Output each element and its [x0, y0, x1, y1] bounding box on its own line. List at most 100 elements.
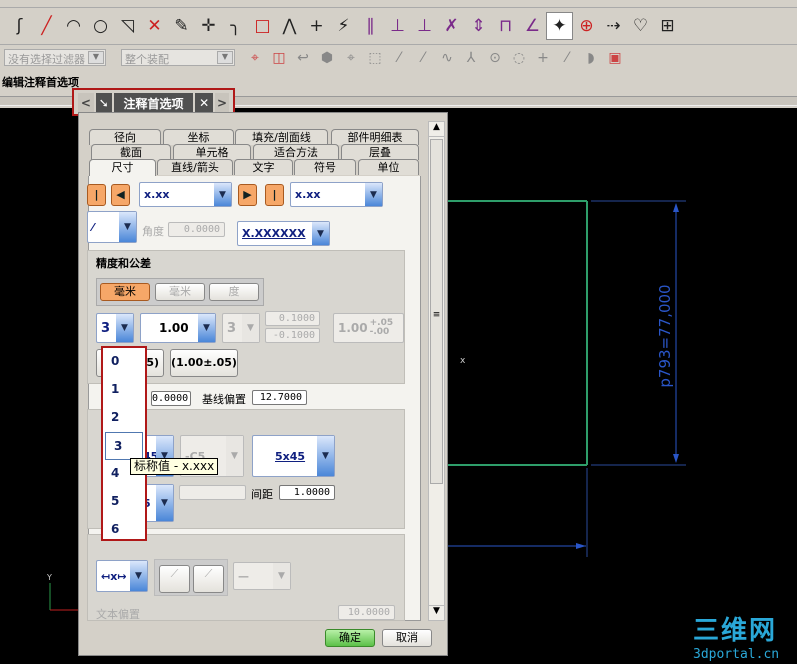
angle-icon[interactable]: ∠: [519, 12, 546, 40]
unit-mm-button[interactable]: 毫米: [100, 283, 150, 301]
dimension-text[interactable]: p793=77,000: [656, 284, 674, 387]
dropdown-option[interactable]: 5: [103, 488, 145, 516]
dropdown-option[interactable]: 2: [103, 404, 145, 432]
angle-input[interactable]: 0.0000: [168, 222, 225, 237]
baseline-offset-input[interactable]: 12.7000: [252, 390, 307, 405]
circle-icon[interactable]: ○: [87, 12, 114, 40]
line-icon[interactable]: ╱: [33, 12, 60, 40]
existing-point-icon[interactable]: +: [531, 47, 555, 69]
selection-filter-icon[interactable]: ⌖: [243, 47, 267, 69]
pin-icon[interactable]: ➘: [95, 93, 112, 113]
pattern-icon[interactable]: ⊞: [654, 12, 681, 40]
polygon-icon[interactable]: ⋀: [276, 12, 303, 40]
sketch-tool-icon[interactable]: ⊥: [384, 12, 411, 40]
tab-2-0[interactable]: 尺寸: [89, 159, 156, 177]
delete-constraint-icon[interactable]: ✗: [438, 12, 465, 40]
right-arrow-toggle[interactable]: ▶: [238, 184, 257, 206]
dialog-scrollbar[interactable]: ▲ ≡ ▼: [428, 121, 445, 621]
close-icon[interactable]: ✕: [195, 93, 214, 113]
selection-filter-combo[interactable]: 没有选择过滤器 ▼: [4, 49, 106, 66]
dim-arrows-outside-combo[interactable]: x.xx ▼: [290, 182, 383, 207]
point-snap-icon[interactable]: ⌖: [339, 47, 363, 69]
line-style-combo[interactable]: — ▼: [233, 562, 291, 590]
intersection-icon[interactable]: ⅄: [459, 47, 483, 69]
text-position-combo[interactable]: ↤x↦ ▼: [96, 560, 148, 592]
studio-spline-icon[interactable]: ʃ: [6, 12, 33, 40]
tab-1-2[interactable]: 适合方法: [253, 144, 339, 160]
mid-point-icon[interactable]: ⁄: [411, 47, 435, 69]
fillet-corner-icon[interactable]: ◹: [114, 12, 141, 40]
surface-icon[interactable]: ◗: [579, 47, 603, 69]
end-point-icon[interactable]: ⁄: [387, 47, 411, 69]
center-icon[interactable]: ⊙: [483, 47, 507, 69]
lower-tolerance-input[interactable]: -0.1000: [265, 328, 320, 343]
point-on-curve-icon[interactable]: ⁄: [555, 47, 579, 69]
chamfer-leader-combo[interactable]: 5x45 ▼: [252, 435, 335, 477]
add-object-icon[interactable]: ⊕: [573, 12, 600, 40]
tab-1-3[interactable]: 层叠: [341, 144, 419, 160]
tolerance-precision-combo[interactable]: 3 ▼: [222, 313, 260, 343]
box-select-icon[interactable]: ⬚: [363, 47, 387, 69]
profile-icon[interactable]: ♡: [627, 12, 654, 40]
precision-dropdown-list[interactable]: 0123456: [101, 346, 147, 541]
dropdown-option[interactable]: 1: [103, 376, 145, 404]
dropdown-option[interactable]: 6: [103, 516, 145, 544]
precision-combo[interactable]: 3 ▼: [96, 313, 134, 343]
rectangle-icon[interactable]: □: [249, 12, 276, 40]
tab-1-0[interactable]: 截面: [91, 144, 171, 160]
quick-dimension-icon[interactable]: ⚡: [330, 12, 357, 40]
tab-0-2[interactable]: 填充/剖面线: [235, 129, 328, 145]
offset-icon[interactable]: ⊓: [492, 12, 519, 40]
point-icon[interactable]: +: [303, 12, 330, 40]
dropdown-option[interactable]: 3: [105, 432, 143, 460]
auto-dimension-icon[interactable]: ✦: [546, 12, 573, 40]
ok-button[interactable]: 确定: [325, 629, 375, 647]
unit-degree-button[interactable]: 度: [209, 283, 259, 301]
prev-arrow-icon[interactable]: <: [78, 93, 94, 113]
tab-1-1[interactable]: 单元格: [173, 144, 251, 160]
text-orientation-combo[interactable]: ⁄ ▼: [87, 211, 137, 243]
text-placement-combo[interactable]: X.XXXXXX ▼: [237, 221, 330, 246]
text-align-right-icon[interactable]: ⟋: [193, 565, 224, 593]
scope-combo[interactable]: 整个装配 ▼: [121, 49, 235, 66]
scroll-thumb[interactable]: ≡: [430, 139, 443, 484]
scroll-down-icon[interactable]: ▼: [429, 605, 444, 620]
tab-2-3[interactable]: 符号: [294, 159, 356, 175]
chain-offset-input[interactable]: 0.0000: [151, 391, 191, 406]
trim-edit-icon[interactable]: ✎: [168, 12, 195, 40]
tolerance-type-combo[interactable]: 1.00 ▼: [140, 313, 216, 343]
next-arrow-icon[interactable]: >: [215, 93, 229, 113]
spacing-input[interactable]: 1.0000: [279, 485, 335, 500]
length-icon[interactable]: ⇕: [465, 12, 492, 40]
perpendicular-icon[interactable]: ⊥: [411, 12, 438, 40]
upper-tolerance-input[interactable]: 0.1000: [265, 311, 320, 326]
text-offset-input[interactable]: 10.0000: [338, 605, 395, 620]
chamfer-disabled-input[interactable]: [179, 485, 246, 500]
dropdown-option[interactable]: 0: [103, 348, 145, 376]
quadrant-icon[interactable]: ◌: [507, 47, 531, 69]
tab-0-0[interactable]: 径向: [89, 129, 161, 145]
shade-icon[interactable]: ⬢: [315, 47, 339, 69]
parallel-constraint-icon[interactable]: ∥: [357, 12, 384, 40]
tab-2-2[interactable]: 文字: [234, 159, 293, 175]
right-extension-toggle[interactable]: |: [265, 184, 284, 206]
control-point-icon[interactable]: ∿: [435, 47, 459, 69]
undo-icon[interactable]: ↩: [291, 47, 315, 69]
tolerance-format-button-b[interactable]: (1.00±.05): [170, 349, 238, 377]
left-arrow-toggle[interactable]: ◀: [111, 184, 130, 206]
left-extension-toggle[interactable]: |: [87, 184, 106, 206]
arc-icon[interactable]: ◠: [60, 12, 87, 40]
dim-arrows-inside-combo[interactable]: x.xx ▼: [139, 182, 232, 207]
tab-0-3[interactable]: 部件明细表: [331, 129, 419, 145]
tab-2-4[interactable]: 单位: [358, 159, 419, 175]
trim-icon[interactable]: ✕: [141, 12, 168, 40]
drag-icon[interactable]: ⇢: [600, 12, 627, 40]
text-align-left-icon[interactable]: ⟋: [159, 565, 190, 593]
corner-fillet-icon[interactable]: ╮: [222, 12, 249, 40]
snap-icon[interactable]: ◫: [267, 47, 291, 69]
cancel-button[interactable]: 取消: [382, 629, 432, 647]
intersect-icon[interactable]: ✛: [195, 12, 222, 40]
scroll-up-icon[interactable]: ▲: [429, 122, 444, 137]
part-icon[interactable]: ▣: [603, 47, 627, 69]
tab-0-1[interactable]: 坐标: [163, 129, 234, 145]
